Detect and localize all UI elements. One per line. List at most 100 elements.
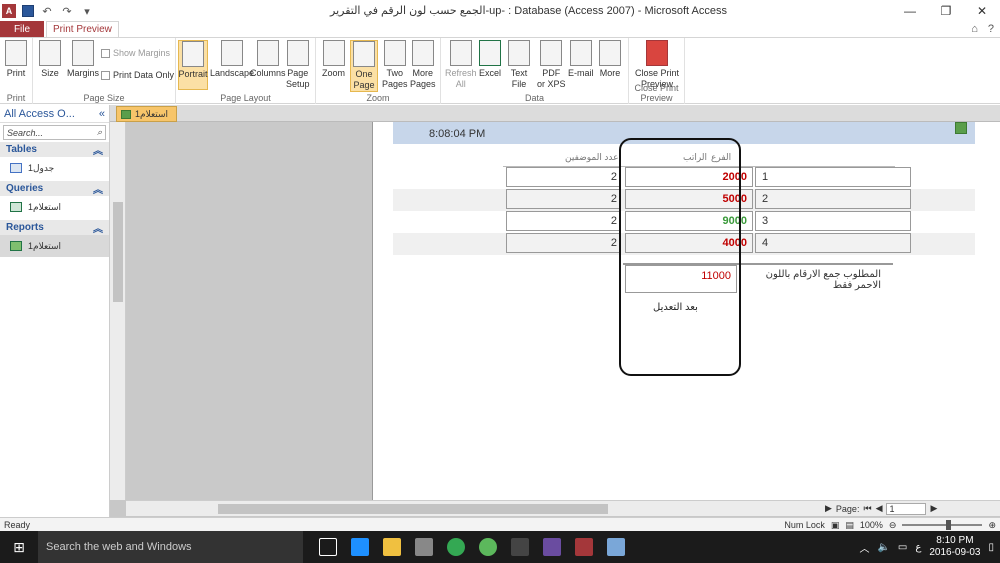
export-pdf-button[interactable]: PDF or XPS: [537, 40, 566, 90]
zoom-button[interactable]: Zoom: [322, 40, 345, 79]
nav-section-queries[interactable]: Queries ︽: [0, 181, 109, 196]
nav-header[interactable]: All Access O... «: [0, 105, 109, 123]
size-icon: [39, 40, 61, 66]
size-button[interactable]: Size: [39, 40, 61, 79]
nav-item-report[interactable]: استعلام1: [0, 235, 109, 257]
chevron-up-icon[interactable]: ︽: [93, 220, 103, 235]
chrome-icon[interactable]: [447, 538, 465, 556]
document-tab-report[interactable]: استعلام1: [116, 106, 178, 122]
group-close-preview: Close Print Preview Close Print Preview: [629, 38, 685, 104]
two-pages-button[interactable]: Two Pages: [382, 40, 408, 90]
text-file-label-1: Text: [510, 68, 528, 78]
page-setup-icon: [286, 40, 309, 66]
one-page-button[interactable]: One Page: [350, 40, 378, 92]
magnifier-icon: [322, 40, 345, 66]
portrait-button[interactable]: Portrait: [178, 40, 208, 90]
vertical-scrollbar[interactable]: [110, 122, 126, 500]
clock-date: 2016-09-03: [929, 547, 981, 558]
zoom-out-icon[interactable]: ⊖: [889, 520, 897, 531]
save-icon[interactable]: [22, 5, 34, 17]
group-print: Print Print: [0, 38, 33, 104]
play-icon[interactable]: ▶: [825, 503, 832, 514]
globe-app-icon[interactable]: [479, 538, 497, 556]
report-page: 8:08:04 PM الفرع الراتب عدد الموضفين 2 2…: [372, 122, 1000, 500]
horizontal-scrollbar[interactable]: [126, 500, 821, 516]
nav-search-input[interactable]: Search... ⌕: [3, 125, 106, 140]
taskbar-search-input[interactable]: Search the web and Windows: [38, 531, 303, 563]
nav-item-query[interactable]: استعلام1: [0, 196, 109, 218]
more-export-button[interactable]: More: [599, 40, 621, 79]
paint-app-icon[interactable]: [607, 538, 625, 556]
undo-icon[interactable]: ↶: [40, 5, 54, 18]
store-icon[interactable]: [415, 538, 433, 556]
margins-button[interactable]: Margins: [67, 40, 99, 79]
nav-section-reports[interactable]: Reports ︽: [0, 220, 109, 235]
export-text-file-button[interactable]: Text File: [508, 40, 530, 90]
show-margins-checkbox[interactable]: Show Margins: [101, 48, 170, 58]
close-preview-label-1: Close Print: [634, 68, 679, 78]
more-pages-button[interactable]: More Pages: [410, 40, 436, 90]
help-icon[interactable]: ?: [988, 23, 994, 35]
task-view-icon[interactable]: [319, 538, 337, 556]
cell-employees: 2: [506, 167, 621, 187]
text-file-icon: [508, 40, 530, 66]
export-excel-button[interactable]: Excel: [479, 40, 501, 79]
chevron-up-icon[interactable]: ︽: [93, 142, 103, 157]
message-icon[interactable]: ▭: [898, 542, 907, 553]
print-label: Print: [6, 68, 26, 78]
next-page-icon[interactable]: ▶: [930, 503, 937, 514]
quick-access-toolbar: A ↶ ↷ ▾: [0, 0, 94, 22]
access-taskbar-icon[interactable]: [575, 538, 593, 556]
highlight-annotation: [619, 138, 741, 376]
margins-icon: [72, 40, 94, 66]
print-preview-view-icon[interactable]: ▤: [845, 520, 854, 531]
minimize-button[interactable]: —: [892, 0, 928, 22]
email-button[interactable]: E-mail: [568, 40, 594, 79]
view-icon[interactable]: ▣: [831, 520, 840, 531]
nav-collapse-icon[interactable]: «: [99, 108, 105, 120]
volume-icon[interactable]: 🔈: [877, 542, 889, 553]
redo-icon[interactable]: ↷: [60, 5, 74, 18]
tab-print-preview[interactable]: Print Preview: [46, 21, 119, 37]
windows-start-icon[interactable]: ⊞: [0, 531, 38, 563]
scrollbar-thumb[interactable]: [218, 504, 608, 514]
media-app-icon[interactable]: [511, 538, 529, 556]
access-app-icon[interactable]: A: [2, 4, 16, 18]
landscape-button[interactable]: Landscape: [210, 40, 254, 79]
columns-button[interactable]: Columns: [250, 40, 286, 79]
scrollbar-thumb[interactable]: [113, 202, 123, 302]
file-explorer-icon[interactable]: [383, 538, 401, 556]
tab-file[interactable]: File: [0, 21, 44, 37]
refresh-all-button[interactable]: Refresh All: [445, 40, 477, 90]
taskbar-search-placeholder: Search the web and Windows: [46, 541, 192, 553]
edge-browser-icon[interactable]: [351, 538, 369, 556]
customize-qat-icon[interactable]: ▾: [80, 5, 94, 18]
first-page-icon[interactable]: ⏮: [863, 503, 871, 514]
taskbar-clock[interactable]: 8:10 PM 2016-09-03: [929, 535, 980, 559]
zoom-in-icon[interactable]: ⊕: [988, 520, 996, 531]
section-title: Queries: [6, 183, 44, 194]
print-data-only-checkbox[interactable]: Print Data Only: [101, 70, 174, 80]
page-setup-button[interactable]: Page Setup: [286, 40, 310, 90]
page-number-input[interactable]: 1: [886, 502, 927, 515]
checkbox-icon: [101, 48, 110, 58]
print-button[interactable]: Print: [5, 40, 27, 79]
portrait-label: Portrait: [178, 69, 208, 79]
search-icon[interactable]: ⌕: [97, 127, 102, 138]
chevron-up-icon[interactable]: ︿: [859, 540, 869, 555]
nav-section-tables[interactable]: Tables ︽: [0, 142, 109, 157]
winrar-icon[interactable]: [543, 538, 561, 556]
restore-button[interactable]: ❐: [928, 0, 964, 22]
notifications-icon[interactable]: ▯: [988, 542, 994, 553]
ribbon-collapse-icon[interactable]: ⌂: [971, 23, 978, 35]
zoom-slider[interactable]: [902, 520, 983, 530]
more-export-icon: [599, 40, 621, 66]
prev-page-icon[interactable]: ◀: [876, 503, 883, 514]
group-label-zoom: Zoom: [366, 93, 390, 103]
group-label-page-size: Page Size: [83, 93, 125, 103]
close-button[interactable]: ✕: [964, 0, 1000, 22]
zoom-slider-knob[interactable]: [946, 520, 952, 530]
language-indicator[interactable]: ع: [915, 542, 921, 553]
chevron-up-icon[interactable]: ︽: [93, 181, 103, 196]
nav-item-table[interactable]: جدول1: [0, 157, 109, 179]
